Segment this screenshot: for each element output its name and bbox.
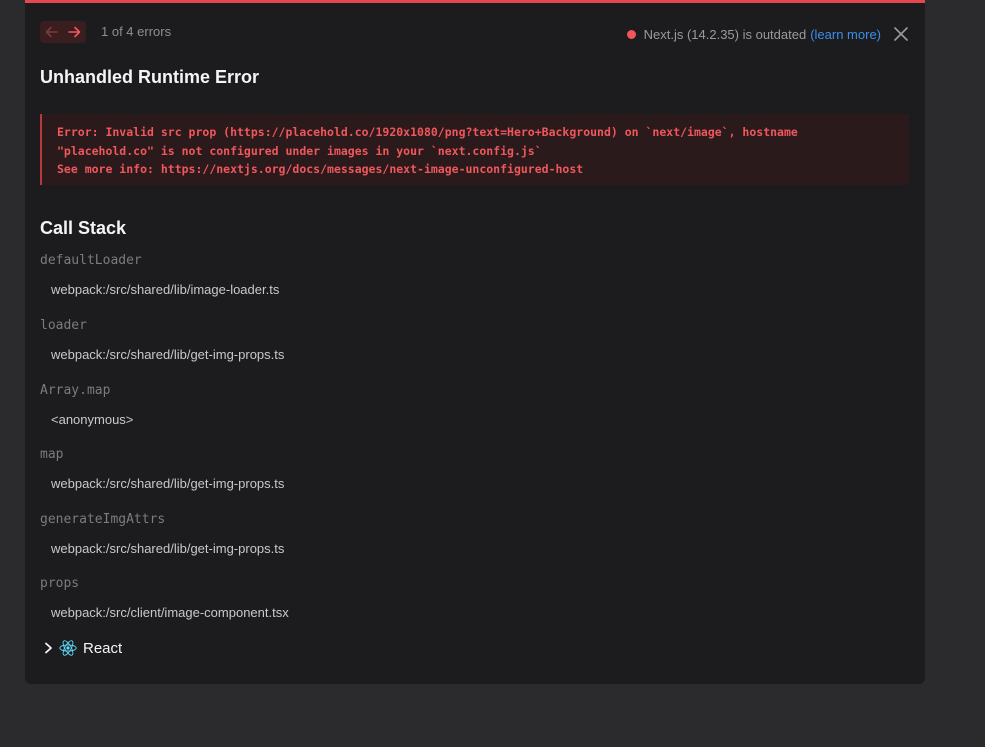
backdrop: 1 of 4 errors Next.js (14.2.35) is outda… bbox=[0, 0, 985, 747]
learn-more-link[interactable]: (learn more) bbox=[810, 27, 881, 42]
arrow-left-icon bbox=[45, 26, 58, 38]
frame-function-name: generateImgAttrs bbox=[40, 512, 166, 527]
error-overlay-dialog: 1 of 4 errors Next.js (14.2.35) is outda… bbox=[25, 0, 925, 684]
call-stack-frame[interactable]: Array.map <anonymous> bbox=[40, 383, 133, 427]
outdated-status-dot bbox=[626, 29, 636, 39]
call-stack-frame[interactable]: loader webpack:/src/shared/lib/get-img-p… bbox=[40, 318, 284, 362]
close-button[interactable] bbox=[893, 26, 909, 42]
dialog-header: 1 of 4 errors Next.js (14.2.35) is outda… bbox=[40, 21, 909, 47]
error-message-line: "placehold.co" is not configured under i… bbox=[57, 143, 542, 158]
version-text: Next.js (14.2.35) is outdated bbox=[643, 26, 807, 42]
frame-function-name: props bbox=[40, 576, 80, 591]
frame-function-name: Array.map bbox=[40, 383, 111, 398]
react-label: React bbox=[83, 639, 123, 657]
frame-file-path[interactable]: webpack:/src/client/image-component.tsx bbox=[51, 605, 289, 620]
call-stack-frame[interactable]: map webpack:/src/shared/lib/get-img-prop… bbox=[40, 447, 284, 491]
call-stack-frame[interactable]: props webpack:/src/client/image-componen… bbox=[40, 576, 289, 620]
error-title: Unhandled Runtime Error bbox=[40, 67, 260, 87]
call-stack-title: Call Stack bbox=[40, 218, 127, 238]
frame-function-name: defaultLoader bbox=[40, 253, 142, 268]
frame-function-name: loader bbox=[40, 318, 87, 333]
error-message-line: See more info: https://nextjs.org/docs/m… bbox=[57, 162, 584, 176]
frame-file-path[interactable]: webpack:/src/shared/lib/image-loader.ts bbox=[51, 282, 279, 297]
error-pagination bbox=[40, 21, 86, 43]
next-error-button[interactable] bbox=[66, 23, 84, 41]
frame-file-path: <anonymous> bbox=[51, 412, 134, 427]
error-message-box: Error: Invalid src prop (https://placeho… bbox=[40, 114, 909, 185]
frame-file-path[interactable]: webpack:/src/shared/lib/get-img-props.ts bbox=[51, 541, 284, 556]
frame-file-path[interactable]: webpack:/src/shared/lib/get-img-props.ts bbox=[51, 476, 284, 491]
react-frames-toggle[interactable]: React bbox=[44, 639, 122, 657]
frame-function-name: map bbox=[40, 447, 64, 462]
react-logo-icon bbox=[59, 639, 77, 657]
error-message-line: Error: Invalid src prop (https://placeho… bbox=[57, 125, 798, 139]
version-staleness: Next.js (14.2.35) is outdated (learn mor… bbox=[626, 21, 909, 47]
call-stack-frame[interactable]: generateImgAttrs webpack:/src/shared/lib… bbox=[40, 512, 284, 556]
close-icon bbox=[894, 27, 908, 41]
error-count: 1 of 4 errors bbox=[101, 24, 172, 39]
arrow-right-icon bbox=[68, 26, 81, 38]
call-stack-frame[interactable]: defaultLoader webpack:/src/shared/lib/im… bbox=[40, 253, 279, 297]
chevron-right-icon bbox=[44, 642, 53, 654]
frame-file-path[interactable]: webpack:/src/shared/lib/get-img-props.ts bbox=[51, 347, 284, 362]
previous-error-button[interactable] bbox=[43, 23, 61, 41]
